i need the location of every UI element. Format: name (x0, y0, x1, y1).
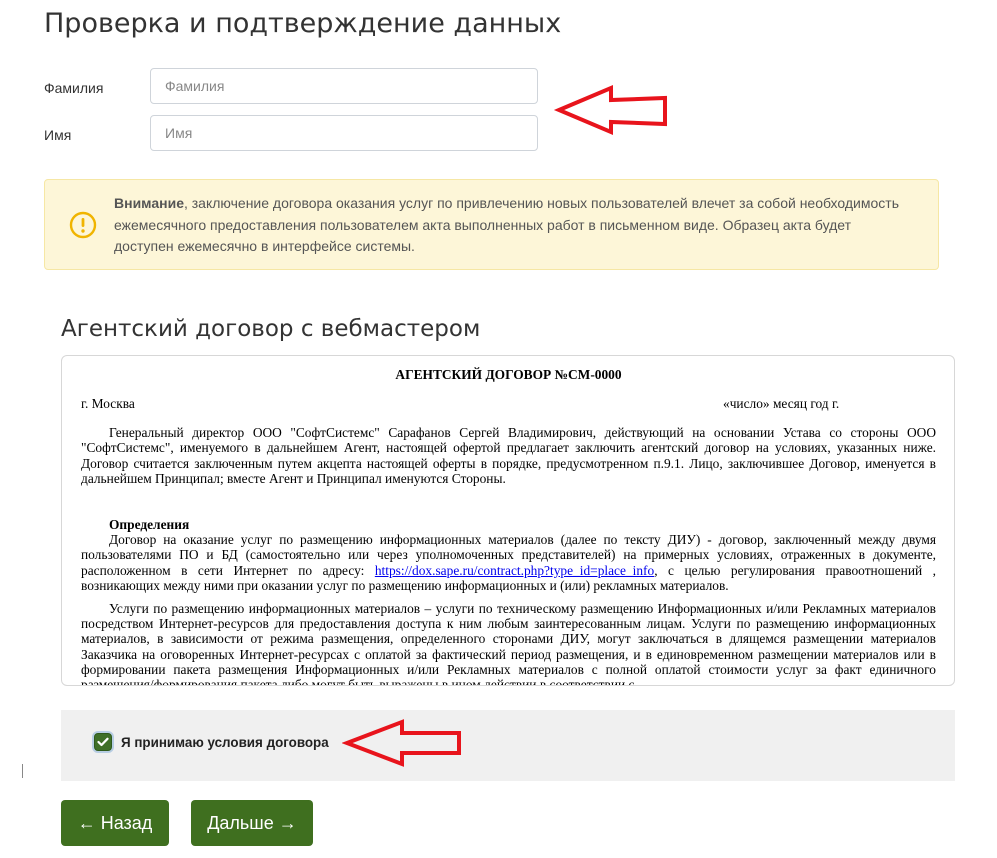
contract-doc-title: АГЕНТСКИЙ ДОГОВОР №СМ-0000 (395, 367, 622, 382)
accept-label[interactable]: Я принимаю условия договора (121, 735, 329, 750)
back-button[interactable]: ← Назад (61, 800, 169, 846)
annotation-arrow-icon (553, 84, 667, 136)
next-button[interactable]: Дальше → (191, 800, 313, 846)
contract-paragraph-definitions: Договор на оказание услуг по размещению … (81, 532, 936, 593)
name-label: Имя (44, 127, 72, 143)
contract-link[interactable]: https://dox.sape.ru/contract.php?type_id… (375, 563, 654, 578)
page-title: Проверка и подтверждение данных (44, 8, 562, 39)
surname-label: Фамилия (44, 80, 104, 96)
warning-body: , заключение договора оказания услуг по … (114, 195, 899, 254)
surname-input[interactable] (150, 68, 538, 104)
contract-definitions-title: Определения (109, 517, 190, 533)
contract-heading: Агентский договор с вебмастером (61, 316, 481, 342)
check-icon (97, 737, 109, 747)
contract-scroll-box[interactable]: АГЕНТСКИЙ ДОГОВОР №СМ-0000 г. Москва «чи… (61, 355, 955, 686)
contract-date: «число» месяц год г. (723, 396, 840, 412)
warning-text: Внимание, заключение договора оказания у… (114, 193, 914, 258)
exclamation-circle-icon (69, 211, 97, 239)
contract-city: г. Москва (81, 396, 135, 412)
name-input[interactable] (150, 115, 538, 151)
contract-paragraph: Генеральный директор ООО "СофтСистемс" С… (81, 425, 936, 486)
warning-bold: Внимание (114, 195, 184, 211)
contract-paragraph-services: Услуги по размещению информационных мате… (81, 601, 936, 686)
accept-checkbox[interactable] (94, 733, 112, 751)
accept-panel: Я принимаю условия договора (61, 710, 955, 781)
text-cursor (22, 764, 23, 778)
annotation-arrow-icon (342, 719, 461, 767)
warning-alert: Внимание, заключение договора оказания у… (44, 179, 939, 270)
